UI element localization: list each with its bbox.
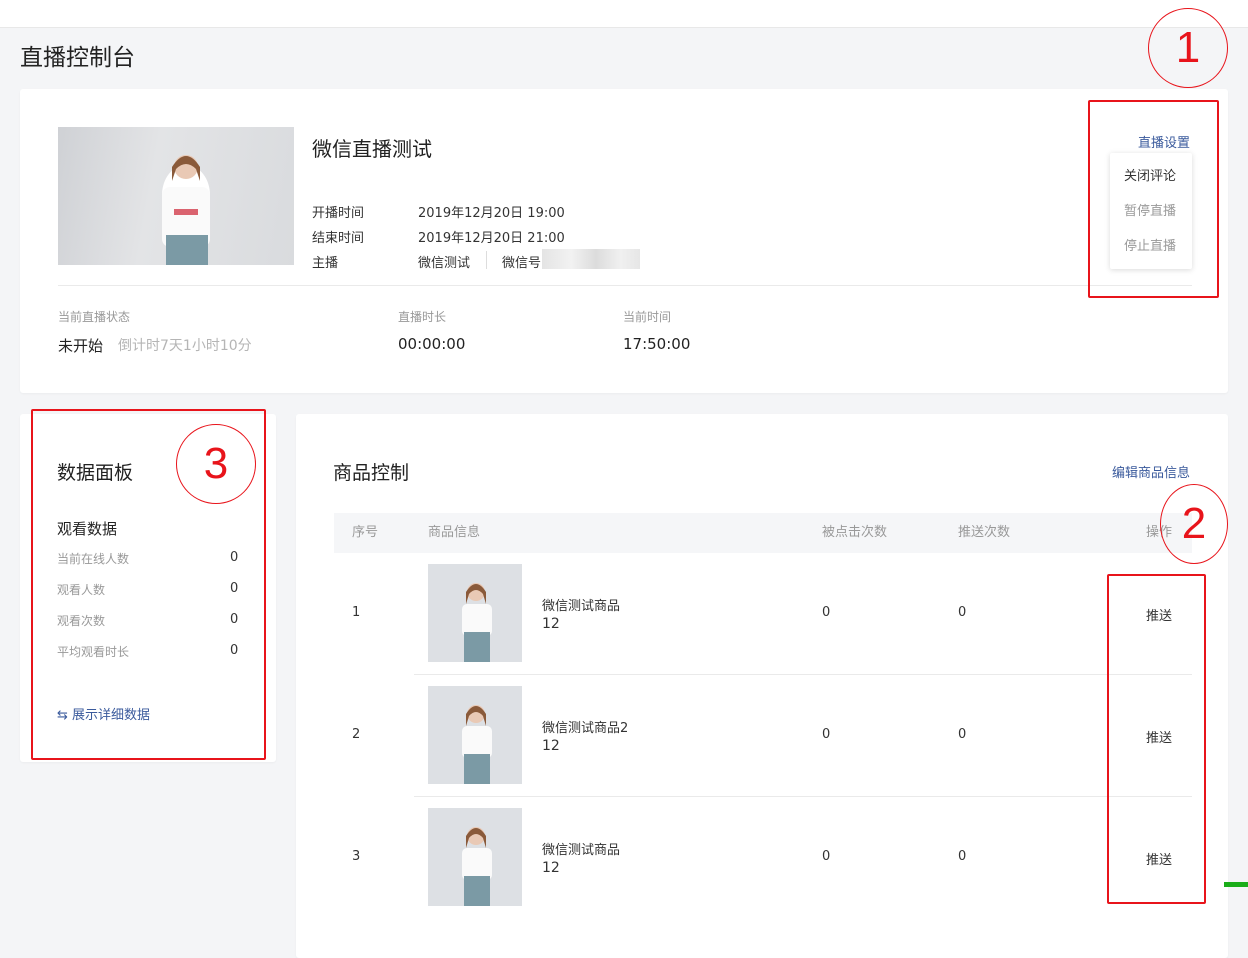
goods-control-card: 商品控制 编辑商品信息 序号 商品信息 被点击次数 推送次数 操作 1 微信测试… (296, 414, 1228, 958)
col-clicks: 被点击次数 (822, 525, 888, 540)
live-cover-image (58, 127, 294, 265)
current-time-label: 当前时间 (623, 310, 672, 324)
current-time-value: 17:50:00 (623, 335, 691, 353)
row-clicks: 0 (822, 605, 831, 620)
table-row: 2 微信测试商品2 12 0 0 推送 (334, 675, 1194, 797)
annotation-circle-1: 1 (1148, 8, 1228, 88)
wechat-id-blurred (542, 249, 640, 269)
wechat-id-label: 微信号 (502, 256, 542, 271)
host-label: 主播 (312, 256, 339, 271)
col-index: 序号 (352, 525, 379, 540)
col-pushes: 推送次数 (958, 525, 1011, 540)
row-pushes: 0 (958, 849, 967, 864)
annotation-circle-2: 2 (1160, 484, 1228, 564)
highlight-box-push-actions (1107, 574, 1206, 904)
duration-value: 00:00:00 (398, 335, 466, 353)
table-row: 3 微信测试商品 12 0 0 推送 (334, 797, 1194, 919)
end-time-label: 结束时间 (312, 231, 365, 246)
start-time-value: 2019年12月20日 19:00 (418, 206, 565, 221)
row-clicks: 0 (822, 849, 831, 864)
row-pushes: 0 (958, 727, 967, 742)
state-value: 未开始 (58, 337, 104, 355)
row-index: 1 (352, 605, 361, 620)
page-title: 直播控制台 (20, 45, 135, 71)
start-time-label: 开播时间 (312, 206, 365, 221)
row-index: 2 (352, 727, 361, 742)
live-title: 微信直播测试 (312, 137, 432, 161)
duration-label: 直播时长 (398, 310, 447, 324)
info-separator (58, 285, 1192, 286)
countdown: 倒计时7天1小时10分 (118, 338, 252, 354)
goods-control-title: 商品控制 (333, 462, 410, 484)
row-index: 3 (352, 849, 361, 864)
end-time-value: 2019年12月20日 21:00 (418, 231, 565, 246)
product-name: 微信测试商品 (542, 599, 621, 614)
state-label: 当前直播状态 (58, 310, 131, 324)
row-pushes: 0 (958, 605, 967, 620)
host-name: 微信测试 (418, 256, 471, 271)
product-price: 12 (542, 860, 560, 876)
row-clicks: 0 (822, 727, 831, 742)
product-price: 12 (542, 616, 560, 632)
green-edge-marker (1224, 882, 1248, 887)
annotation-circle-3: 3 (176, 424, 256, 504)
col-product-info: 商品信息 (428, 525, 481, 540)
product-name: 微信测试商品2 (542, 721, 629, 736)
product-image (428, 686, 522, 784)
top-strip (0, 0, 1248, 28)
highlight-box-settings (1088, 100, 1219, 298)
product-image (428, 808, 522, 906)
table-header: 序号 商品信息 被点击次数 推送次数 操作 (334, 513, 1192, 553)
goods-table: 序号 商品信息 被点击次数 推送次数 操作 1 微信测试商品 12 0 0 推送 (334, 513, 1192, 953)
product-image (428, 564, 522, 662)
host-divider (486, 251, 487, 269)
table-row: 1 微信测试商品 12 0 0 推送 (334, 553, 1194, 675)
live-info-card: 微信直播测试 开播时间 2019年12月20日 19:00 结束时间 2019年… (20, 89, 1228, 393)
edit-goods-link[interactable]: 编辑商品信息 (1112, 462, 1190, 481)
product-name: 微信测试商品 (542, 843, 621, 858)
product-price: 12 (542, 738, 560, 754)
